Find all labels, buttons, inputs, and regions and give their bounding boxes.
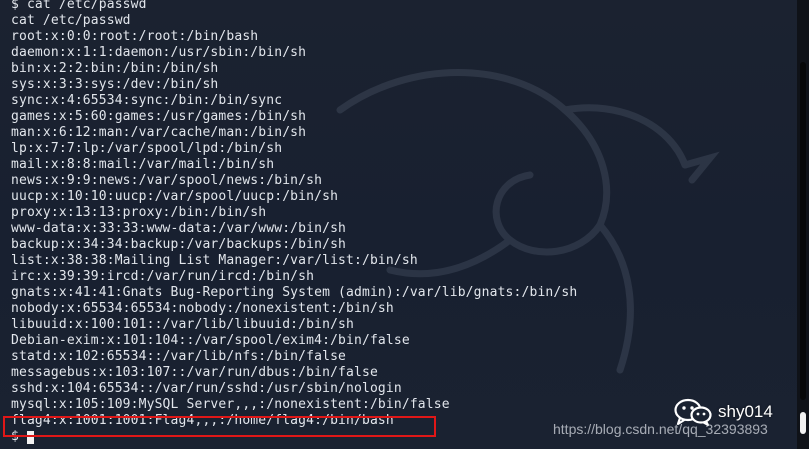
passwd-entry: mysql:x:105:109:MySQL Server,,,:/nonexis…	[11, 397, 450, 412]
command-line: $ cat /etc/passwd	[11, 0, 147, 12]
passwd-entry: bin:x:2:2:bin:/bin:/bin/sh	[11, 61, 219, 76]
passwd-entry: backup:x:34:34:backup:/var/backups:/bin/…	[11, 237, 347, 252]
passwd-entry: root:x:0:0:root:/root:/bin/bash	[11, 29, 259, 44]
passwd-entry: sys:x:3:3:sys:/dev:/bin/sh	[11, 77, 219, 92]
brand-name: shy014	[718, 402, 773, 421]
passwd-entry: irc:x:39:39:ircd:/var/run/ircd:/bin/sh	[11, 269, 315, 284]
watermark-url: https://blog.csdn.net/qq_32393893	[553, 421, 768, 437]
passwd-entry: sync:x:4:65534:sync:/bin:/bin/sync	[11, 93, 283, 108]
scrollbar-thumb[interactable]	[800, 412, 806, 434]
flag4-highlight-box	[3, 416, 436, 437]
passwd-entry: messagebus:x:103:107::/var/run/dbus:/bin…	[11, 365, 378, 380]
passwd-entry: gnats:x:41:41:Gnats Bug-Reporting System…	[11, 285, 578, 300]
passwd-entry: man:x:6:12:man:/var/cache/man:/bin/sh	[11, 125, 307, 140]
terminal-output: $ cat /etc/passwd cat /etc/passwd root:x…	[11, 0, 577, 445]
terminal-window[interactable]: $ cat /etc/passwd cat /etc/passwd root:x…	[0, 0, 797, 449]
passwd-entry: proxy:x:13:13:proxy:/bin:/bin/sh	[11, 205, 267, 220]
passwd-entry: nobody:x:65534:65534:nobody:/nonexistent…	[11, 301, 394, 316]
passwd-entry: www-data:x:33:33:www-data:/var/www:/bin/…	[11, 221, 347, 236]
passwd-entry: uucp:x:10:10:uucp:/var/spool/uucp:/bin/s…	[11, 189, 339, 204]
passwd-entry: daemon:x:1:1:daemon:/usr/sbin:/bin/sh	[11, 45, 307, 60]
passwd-entry: Debian-exim:x:101:104::/var/spool/exim4:…	[11, 333, 410, 348]
vertical-scrollbar[interactable]	[797, 0, 809, 449]
passwd-entry: mail:x:8:8:mail:/var/mail:/bin/sh	[11, 157, 275, 172]
passwd-entry: libuuid:x:100:101::/var/lib/libuuid:/bin…	[11, 317, 354, 332]
passwd-entry: sshd:x:104:65534::/var/run/sshd:/usr/sbi…	[11, 381, 402, 396]
scrollbar-track-segment[interactable]	[800, 62, 806, 400]
passwd-entry: news:x:9:9:news:/var/spool/news:/bin/sh	[11, 173, 323, 188]
passwd-entry: statd:x:102:65534::/var/lib/nfs:/bin/fal…	[11, 349, 347, 364]
command-echo: cat /etc/passwd	[11, 13, 131, 28]
passwd-entry: list:x:38:38:Mailing List Manager:/var/l…	[11, 253, 418, 268]
passwd-entry: games:x:5:60:games:/usr/games:/bin/sh	[11, 109, 307, 124]
passwd-entry: lp:x:7:7:lp:/var/spool/lpd:/bin/sh	[11, 141, 283, 156]
